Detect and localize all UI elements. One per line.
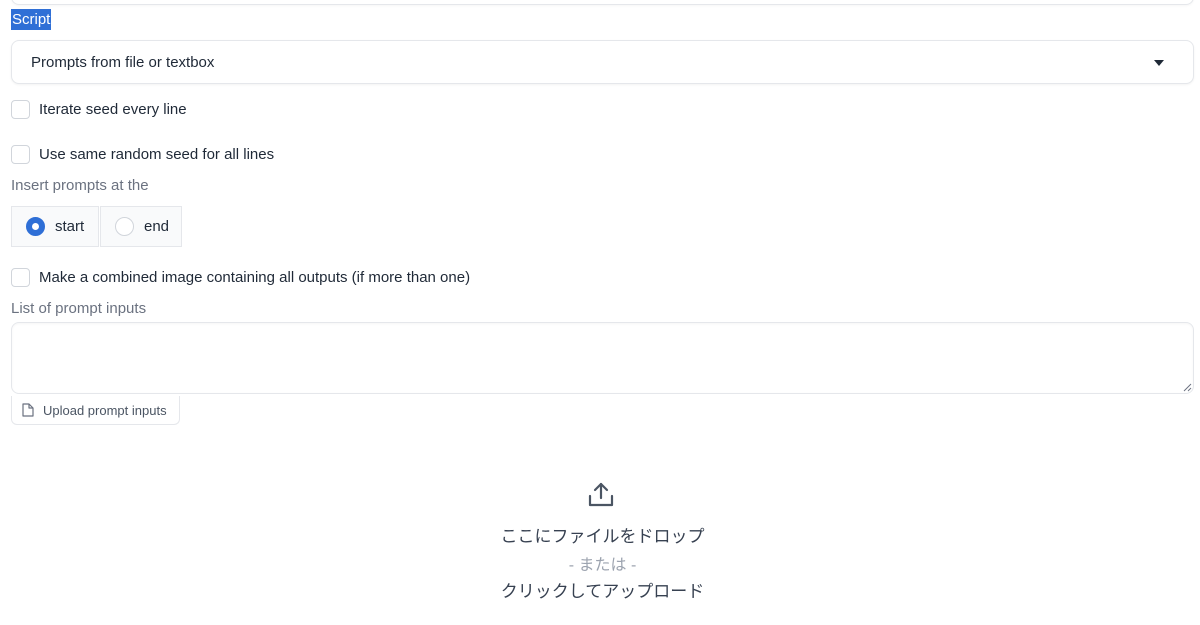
combined-image-checkbox[interactable] — [11, 268, 30, 287]
prompt-list-textarea[interactable] — [11, 322, 1194, 394]
upload-prompt-inputs-tab[interactable]: Upload prompt inputs — [11, 396, 180, 425]
drop-file-text: ここにファイルをドロップ — [500, 527, 705, 546]
radio-option-end[interactable]: end — [100, 206, 182, 247]
radio-end[interactable] — [115, 217, 134, 236]
iterate-seed-option[interactable]: Iterate seed every line — [11, 100, 187, 119]
insert-position-radio-group: start end — [11, 206, 182, 247]
click-to-upload-text: クリックしてアップロード — [500, 582, 705, 601]
chevron-down-icon — [1154, 60, 1164, 66]
upload-tab-label: Upload prompt inputs — [43, 402, 167, 418]
file-dropzone[interactable]: ここにファイルをドロップ - または - クリックしてアップロード — [11, 440, 1194, 625]
same-seed-option[interactable]: Use same random seed for all lines — [11, 145, 274, 164]
prompt-list-label: List of prompt inputs — [11, 300, 147, 317]
script-panel: Script Prompts from file or textbox Iter… — [0, 0, 1200, 625]
or-text: - または - — [568, 557, 637, 574]
radio-start[interactable] — [26, 217, 45, 236]
combined-image-label: Make a combined image containing all out… — [39, 269, 471, 286]
script-dropdown[interactable]: Prompts from file or textbox — [11, 40, 1194, 84]
combined-image-option[interactable]: Make a combined image containing all out… — [11, 268, 470, 287]
resize-grip-icon[interactable] — [1183, 383, 1192, 392]
same-seed-checkbox[interactable] — [11, 145, 30, 164]
radio-start-label: start — [55, 218, 85, 235]
iterate-seed-label: Iterate seed every line — [39, 101, 187, 118]
previous-block-edge — [11, 0, 1194, 5]
file-icon — [22, 403, 34, 417]
iterate-seed-checkbox[interactable] — [11, 100, 30, 119]
upload-icon — [588, 482, 614, 507]
insert-prompts-label: Insert prompts at the — [11, 177, 149, 194]
radio-option-start[interactable]: start — [11, 206, 99, 247]
radio-end-label: end — [144, 218, 170, 235]
script-dropdown-value: Prompts from file or textbox — [31, 53, 215, 71]
script-label: Script — [11, 9, 52, 30]
same-seed-label: Use same random seed for all lines — [39, 146, 275, 163]
